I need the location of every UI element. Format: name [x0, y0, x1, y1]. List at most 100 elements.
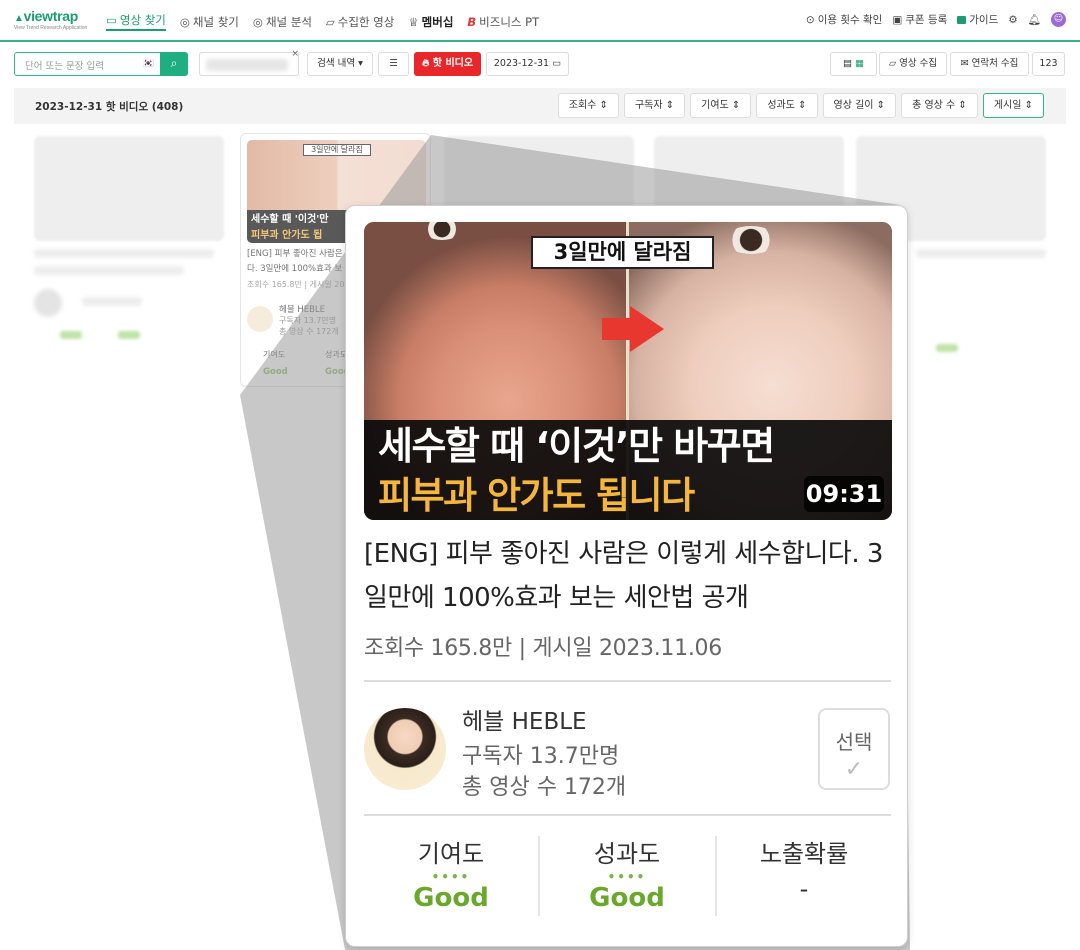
channel-name[interactable]: 헤블 HEBLE	[462, 702, 587, 736]
select-button[interactable]: 선택 ✓	[818, 708, 890, 790]
arrow-icon	[602, 318, 632, 340]
placeholder-line	[916, 249, 1046, 258]
logo-triangle-icon: ▲	[14, 13, 24, 24]
sort-buttons: 조회수 ⇕ 구독자 ⇕ 기여도 ⇕ 성과도 ⇕ 영상 길이 ⇕ 총 영상 수 ⇕…	[557, 93, 1044, 118]
sort-video-length[interactable]: 영상 길이 ⇕	[822, 93, 897, 118]
sort-icon: ⇕	[958, 100, 967, 111]
country-flag-icon[interactable]: 🇰🇷	[143, 59, 154, 69]
divider	[364, 680, 891, 682]
sort-total-videos[interactable]: 총 영상 수 ⇕	[901, 93, 978, 118]
usage-link[interactable]: ⊙ 이용 횟수 확인	[806, 12, 882, 27]
filter-settings-button[interactable]: ☰	[378, 52, 409, 76]
video-card-zoomed[interactable]: 3일만에 달라짐 세수할 때 ‘이것’만 바꾸면 피부과 안가도 됩니다 09:…	[345, 205, 908, 947]
notification-button[interactable]: 🔔︎	[1028, 13, 1041, 26]
metric-exposure: 노출확률 -	[719, 834, 889, 903]
sort-label: 게시일	[993, 100, 1022, 111]
tab-label: 수집한 영상	[337, 14, 395, 29]
channel-subscribers: 구독자 13.7만명	[462, 744, 620, 769]
collect-contact-label: 연락처 수집	[971, 58, 1019, 69]
sort-performance[interactable]: 성과도 ⇕	[756, 93, 818, 118]
thumb-eye	[724, 226, 778, 254]
metric-value: -	[799, 875, 809, 903]
sort-label: 영상 길이	[833, 100, 874, 111]
guide-label: 가이드	[969, 14, 999, 26]
usage-label: 이용 횟수 확인	[817, 14, 883, 26]
main-tabs: ▭ 영상 찾기 ◎ 채널 찾기 ◎ 채널 분석 ▱ 수집한 영상 ♕ 멤버십 B 비즈니스 …	[106, 12, 553, 31]
tab-business-pt[interactable]: B 비즈니스 PT	[467, 12, 539, 31]
small-thumb-tag: 3일만에 달라짐	[303, 144, 371, 156]
logo[interactable]: ▲viewtrap View Trend Research Applicatio…	[14, 8, 87, 31]
search-input[interactable]: 단어 또는 문장 입력 🇰🇷	[14, 52, 160, 76]
video-title[interactable]: [ENG] 피부 좋아진 사람은 이렇게 세수합니다. 3일만에 100%효과 …	[364, 532, 894, 620]
history-label: 검색 내역 ▾	[317, 58, 363, 69]
coupon-link[interactable]: ▣ 쿠폰 등록	[892, 12, 947, 27]
metric-performance: 성과도 •••• Good	[542, 834, 712, 913]
search-button[interactable]: ⌕	[160, 52, 188, 76]
fire-icon: 🔥︎	[421, 58, 430, 69]
sort-publish-date[interactable]: 게시일 ⇕	[982, 93, 1044, 118]
metric-dots: ••••	[431, 870, 471, 884]
top-nav: ▲viewtrap View Trend Research Applicatio…	[0, 0, 1080, 42]
placeholder-metric	[936, 344, 958, 352]
search-icon: ⌕	[170, 56, 178, 70]
analysis-icon: ◎	[252, 14, 263, 29]
metric-separator	[715, 836, 717, 916]
video-icon: ▭	[106, 13, 117, 27]
placeholder-card[interactable]	[34, 136, 224, 386]
placeholder-metric	[60, 331, 82, 339]
tab-video-search[interactable]: ▭ 영상 찾기	[106, 12, 166, 31]
clear-icon[interactable]: ×	[291, 49, 299, 59]
count-button[interactable]: 123	[1032, 52, 1065, 76]
small-metric-value: Good	[325, 367, 345, 377]
hot-video-label: 핫 비디오	[432, 58, 474, 69]
settings-button[interactable]: ⚙	[1008, 14, 1017, 26]
sort-icon: ⇕	[876, 100, 886, 111]
sort-label: 총 영상 수	[912, 100, 956, 111]
video-thumbnail[interactable]: 3일만에 달라짐 세수할 때 ‘이것’만 바꾸면 피부과 안가도 됩니다 09:…	[364, 222, 892, 520]
select-label: 선택	[835, 730, 873, 754]
placeholder-line	[34, 266, 184, 275]
tab-membership[interactable]: ♕ 멤버십	[408, 12, 453, 31]
coupon-label: 쿠폰 등록	[905, 14, 948, 26]
collect-video-button[interactable]: ▱ 영상 수집	[879, 52, 947, 76]
sort-label: 기여도	[701, 100, 729, 111]
nav-right: ⊙ 이용 횟수 확인 ▣ 쿠폰 등록 가이드 ⚙ 🔔︎ ☺	[796, 12, 1066, 27]
placeholder-avatar	[34, 289, 62, 317]
video-duration: 09:31	[804, 476, 884, 512]
guide-link[interactable]: 가이드	[957, 12, 998, 27]
tab-channel-analysis[interactable]: ◎ 채널 분석	[253, 12, 312, 31]
view-toggle[interactable]: ▤ ▦	[830, 52, 877, 76]
date-picker[interactable]: 2023-12-31 ▭	[486, 52, 569, 76]
tab-collected-videos[interactable]: ▱ 수집한 영상	[326, 12, 394, 31]
metric-label: 노출확률	[759, 840, 849, 868]
coupon-icon: ▣	[892, 13, 903, 26]
grid-view-icon[interactable]: ▦	[855, 58, 864, 69]
search-history-button[interactable]: 검색 내역 ▾	[307, 52, 373, 76]
collect-video-label: 영상 수집	[899, 58, 938, 69]
tab-label: 비즈니스 PT	[479, 14, 540, 29]
placeholder-row	[34, 289, 224, 317]
blurred-text	[206, 59, 288, 71]
collect-contact-button[interactable]: ✉ 연락처 수집	[950, 52, 1029, 76]
list-view-icon[interactable]: ▤	[843, 58, 852, 69]
business-pt-icon: B	[467, 14, 477, 29]
channel-avatar[interactable]	[364, 708, 446, 790]
tab-label: 영상 찾기	[119, 13, 166, 27]
date-value: 2023-12-31	[493, 58, 550, 69]
metric-dots: ••••	[607, 870, 647, 884]
metric-value: Good	[589, 883, 665, 913]
metric-contribution: 기여도 •••• Good	[366, 834, 536, 913]
sort-views[interactable]: 조회수 ⇕	[557, 93, 619, 118]
channel-total-videos: 총 영상 수 172개	[462, 775, 627, 800]
avatar-icon: ☺	[1051, 12, 1066, 27]
blurred-filter-field[interactable]: ×	[199, 49, 299, 76]
sort-contribution[interactable]: 기여도 ⇕	[690, 93, 752, 118]
hot-video-button[interactable]: 🔥︎ 핫 비디오	[414, 52, 481, 76]
search-placeholder: 단어 또는 문장 입력	[25, 61, 104, 72]
tab-label: 채널 분석	[265, 14, 312, 29]
sort-subscribers[interactable]: 구독자 ⇕	[623, 93, 686, 118]
profile-avatar[interactable]: ☺	[1051, 12, 1066, 27]
sort-icon: ⇕	[731, 100, 741, 111]
small-metric-label: 기여도	[263, 350, 286, 359]
tab-channel-search[interactable]: ◎ 채널 찾기	[180, 12, 239, 31]
